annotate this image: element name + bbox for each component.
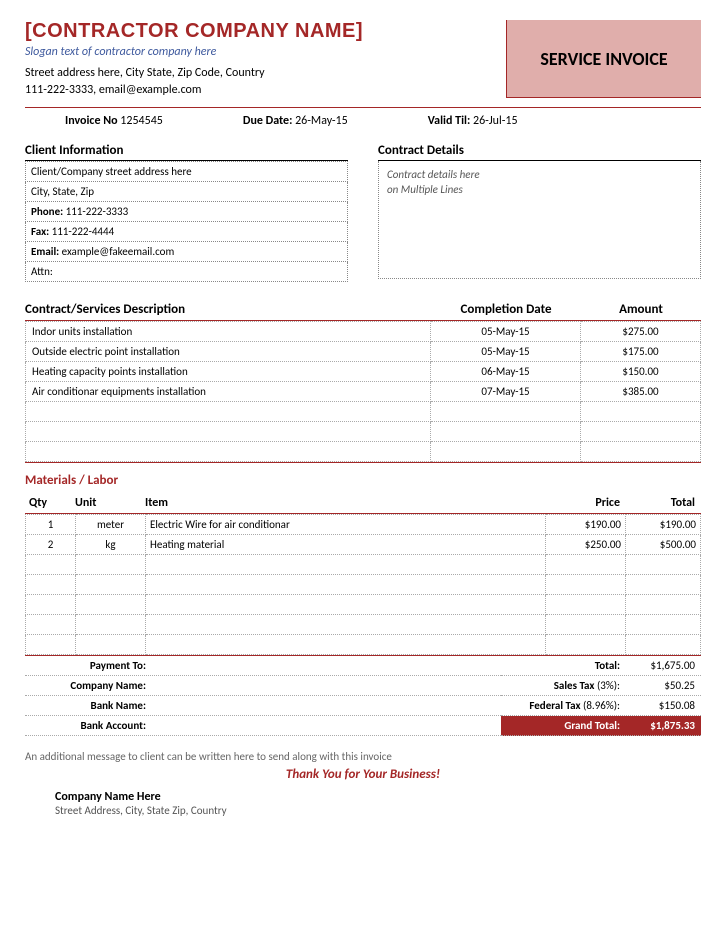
footer-company: Company Name Here bbox=[25, 790, 701, 804]
mat-h-price: Price bbox=[546, 496, 626, 510]
federal-tax-value: $150.08 bbox=[626, 699, 701, 712]
federal-tax-label: Federal Tax (8.96%): bbox=[501, 699, 626, 712]
client-row: Phone: Phone: 111-222-3333111-222-3333 bbox=[26, 201, 348, 221]
client-info-title: Client Information bbox=[25, 143, 348, 161]
client-info-box: Client Information Client/Company street… bbox=[25, 143, 348, 282]
contract-details-box: Contract Details Contract details here o… bbox=[378, 143, 701, 282]
mat-h-total: Total bbox=[626, 496, 701, 510]
mat-h-item: Item bbox=[145, 496, 546, 510]
mat-h-qty: Qty bbox=[25, 496, 75, 510]
thank-you: Thank You for Your Business! bbox=[25, 767, 701, 782]
table-row bbox=[26, 574, 701, 594]
payment-col: Payment To: Company Name: Bank Name: Ban… bbox=[25, 656, 501, 736]
grand-total-label: Grand Total: bbox=[501, 719, 626, 732]
contract-line: on Multiple Lines bbox=[387, 182, 692, 197]
valid-til: 26-Jul-15 bbox=[473, 114, 518, 128]
table-row: 1meterElectric Wire for air conditionar$… bbox=[26, 514, 701, 534]
bank-name-label: Bank Name: bbox=[25, 699, 150, 712]
grand-total-value: $1,875.33 bbox=[626, 719, 701, 732]
company-name-label: Company Name: bbox=[25, 679, 150, 692]
bank-account-label: Bank Account: bbox=[25, 719, 150, 732]
table-row bbox=[26, 594, 701, 614]
table-row: Heating capacity points installation06-M… bbox=[26, 361, 701, 381]
client-row: Client/Company street address here bbox=[26, 161, 348, 181]
materials-table: 1meterElectric Wire for air conditionar$… bbox=[25, 514, 701, 655]
contract-details-title: Contract Details bbox=[378, 143, 701, 161]
services-h-date: Completion Date bbox=[431, 302, 581, 317]
header: [CONTRACTOR COMPANY NAME] Slogan text of… bbox=[25, 20, 701, 99]
contract-line: Contract details here bbox=[387, 167, 692, 182]
invoice-no-label: Invoice No bbox=[65, 114, 118, 128]
materials-title: Materials / Labor bbox=[25, 473, 701, 488]
table-row bbox=[26, 441, 701, 461]
invoice-no: 1254545 bbox=[120, 114, 163, 128]
services-header: Contract/Services Description Completion… bbox=[25, 302, 701, 321]
meta-row: Invoice No 1254545 Due Date: 26-May-15 V… bbox=[25, 108, 701, 138]
client-row: Attn: bbox=[26, 261, 348, 281]
valid-til-label: Valid Til: bbox=[428, 114, 471, 128]
footer-message: An additional message to client can be w… bbox=[25, 750, 701, 763]
due-date: 26-May-15 bbox=[295, 114, 348, 128]
table-row bbox=[26, 421, 701, 441]
table-row: Outside electric point installation05-Ma… bbox=[26, 341, 701, 361]
services-h-desc: Contract/Services Description bbox=[25, 302, 431, 317]
table-row bbox=[26, 614, 701, 634]
table-row: Indor units installation05-May-15$275.00 bbox=[26, 321, 701, 341]
table-row bbox=[26, 554, 701, 574]
sales-tax-label: Sales Tax (3%): bbox=[501, 679, 626, 692]
services-table: Indor units installation05-May-15$275.00… bbox=[25, 321, 701, 462]
footer-address: Street Address, City, State Zip, Country bbox=[25, 804, 701, 817]
totals-col: Total:$1,675.00 Sales Tax (3%):$50.25 Fe… bbox=[501, 656, 701, 736]
table-row bbox=[26, 634, 701, 654]
service-invoice-banner: SERVICE INVOICE bbox=[506, 20, 701, 98]
mat-h-unit: Unit bbox=[75, 496, 145, 510]
total-label: Total: bbox=[501, 659, 626, 672]
footer-row: Payment To: Company Name: Bank Name: Ban… bbox=[25, 656, 701, 736]
client-table: Client/Company street address here City,… bbox=[25, 161, 348, 282]
materials-header: Qty Unit Item Price Total bbox=[25, 496, 701, 514]
info-columns: Client Information Client/Company street… bbox=[25, 143, 701, 282]
client-row: City, State, Zip bbox=[26, 181, 348, 201]
table-row bbox=[26, 401, 701, 421]
due-date-label: Due Date: bbox=[243, 114, 293, 128]
total-value: $1,675.00 bbox=[626, 659, 701, 672]
payment-to-label: Payment To: bbox=[25, 659, 150, 672]
client-row: Email: example@fakeemail.com bbox=[26, 241, 348, 261]
services-h-amount: Amount bbox=[581, 302, 701, 317]
client-row: Fax: 111-222-4444 bbox=[26, 221, 348, 241]
table-row: Air conditionar equipments installation0… bbox=[26, 381, 701, 401]
table-row: 2kgHeating material$250.00$500.00 bbox=[26, 534, 701, 554]
contract-body: Contract details here on Multiple Lines bbox=[378, 161, 701, 279]
sales-tax-value: $50.25 bbox=[626, 679, 701, 692]
